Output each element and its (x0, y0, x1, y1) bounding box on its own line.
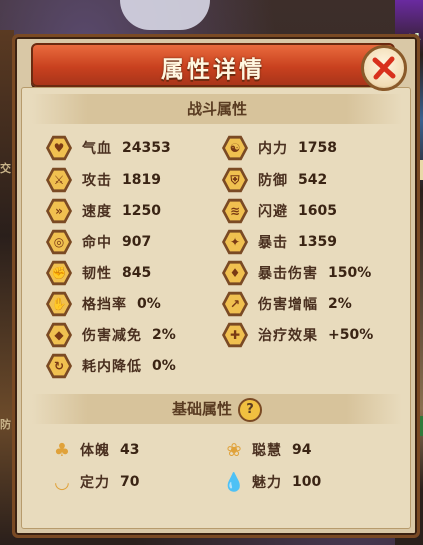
combat-attributes-title: 战斗属性 (186, 100, 247, 118)
close-button[interactable] (361, 45, 407, 91)
background-left-text-top: 交 (0, 162, 11, 175)
stat-value: 0% (137, 296, 161, 312)
base-attributes-header: 基础属性? (32, 394, 402, 424)
stat-toughness: ✊ 韧性 845 (46, 260, 152, 286)
stat-value: 1605 (298, 203, 337, 219)
stat-value: 2% (152, 327, 176, 343)
close-icon (372, 56, 396, 80)
stat-energy-cost-reduction: ↻ 耗内降低 0% (46, 353, 176, 379)
panel-title: 属性详情 (161, 57, 265, 83)
stat-speed: » 速度 1250 (46, 198, 161, 224)
stat-label: 聪慧 (252, 443, 282, 459)
stat-label: 伤害增幅 (258, 297, 318, 313)
stat-value: 2% (328, 296, 352, 312)
stat-value: 100 (292, 474, 322, 490)
block-icon: ✋ (46, 291, 72, 317)
background-left-text-bottom: 防 (0, 418, 11, 431)
critical-damage-icon: ♦ (222, 260, 248, 286)
stat-attack: ⚔ 攻击 1819 (46, 167, 161, 193)
stat-label: 暴击伤害 (258, 266, 318, 282)
attack-icon: ⚔ (46, 167, 72, 193)
critical-icon: ✦ (222, 229, 248, 255)
stat-block-rate: ✋ 格挡率 0% (46, 291, 161, 317)
stat-label: 暴击 (258, 235, 288, 251)
stat-value: 0% (152, 358, 176, 374)
stat-charm: 💧 魅力 100 (222, 470, 321, 494)
stat-wisdom: ❀ 聪慧 94 (222, 438, 311, 462)
health-icon: ♥ (46, 135, 72, 161)
stat-value: 94 (292, 442, 312, 458)
stat-value: 907 (122, 234, 152, 250)
accuracy-icon: ◎ (46, 229, 72, 255)
combat-attributes-header: 战斗属性 (32, 94, 402, 124)
damage-boost-icon: ↗ (222, 291, 248, 317)
base-attributes-title: 基础属性 (171, 400, 232, 418)
help-question-icon[interactable]: ? (238, 397, 262, 422)
stat-accuracy: ◎ 命中 907 (46, 229, 152, 255)
toughness-icon: ✊ (46, 260, 72, 286)
defense-icon: ⛨ (222, 167, 248, 193)
stat-label: 定力 (80, 475, 110, 491)
physique-icon: ♣ (53, 439, 71, 461)
stat-healing-effect: ✚ 治疗效果 +50% (222, 322, 374, 348)
stat-label: 韧性 (82, 266, 112, 282)
stat-critical-damage: ♦ 暴击伤害 150% (222, 260, 372, 286)
stat-defense: ⛨ 防御 542 (222, 167, 328, 193)
background-character (120, 0, 210, 30)
stat-label: 伤害减免 (82, 328, 142, 344)
willpower-icon: ◡ (54, 471, 70, 493)
stat-damage-boost: ↗ 伤害增幅 2% (222, 291, 352, 317)
stat-label: 内力 (258, 141, 288, 157)
damage-reduction-icon: ◆ (46, 322, 72, 348)
stat-value: 1359 (298, 234, 337, 250)
stat-inner-power: ☯ 内力 1758 (222, 135, 337, 161)
stat-value: 150% (328, 265, 372, 281)
attribute-detail-panel: 属性详情 战斗属性 ♥ 气血 24353 ⚔ 攻击 1819 » 速度 1250… (12, 34, 420, 538)
stat-value: 542 (298, 172, 328, 188)
stat-value: +50% (328, 327, 374, 343)
yin-yang-icon: ☯ (222, 135, 248, 161)
stat-label: 格挡率 (82, 297, 127, 313)
stat-health: ♥ 气血 24353 (46, 135, 171, 161)
stat-value: 70 (120, 474, 140, 490)
stat-label: 魅力 (252, 475, 282, 491)
stat-label: 命中 (82, 235, 112, 251)
stat-damage-reduction: ◆ 伤害减免 2% (46, 322, 176, 348)
panel-header: 属性详情 (31, 43, 395, 87)
stat-label: 耗内降低 (82, 359, 142, 375)
stat-label: 速度 (82, 204, 112, 220)
stat-value: 1758 (298, 140, 337, 156)
stat-label: 攻击 (82, 173, 112, 189)
stat-value: 1819 (122, 172, 161, 188)
stat-value: 1250 (122, 203, 161, 219)
stat-value: 43 (120, 442, 140, 458)
healing-icon: ✚ (222, 322, 248, 348)
stat-label: 治疗效果 (258, 328, 318, 344)
stat-label: 气血 (82, 141, 112, 157)
stat-physique: ♣ 体魄 43 (50, 438, 140, 462)
stat-value: 845 (122, 265, 152, 281)
stat-label: 闪避 (258, 204, 288, 220)
stat-label: 防御 (258, 173, 288, 189)
charm-icon: 💧 (222, 471, 246, 493)
stat-label: 体魄 (80, 443, 110, 459)
stat-critical: ✦ 暴击 1359 (222, 229, 337, 255)
stat-willpower: ◡ 定力 70 (50, 470, 139, 494)
wisdom-icon: ❀ (226, 439, 242, 461)
stat-dodge: ≋ 闪避 1605 (222, 198, 337, 224)
speed-icon: » (46, 198, 72, 224)
energy-cost-icon: ↻ (46, 353, 72, 379)
stat-value: 24353 (122, 140, 171, 156)
panel-content: 战斗属性 ♥ 气血 24353 ⚔ 攻击 1819 » 速度 1250 ◎ 命中… (21, 87, 411, 529)
dodge-icon: ≋ (222, 198, 248, 224)
